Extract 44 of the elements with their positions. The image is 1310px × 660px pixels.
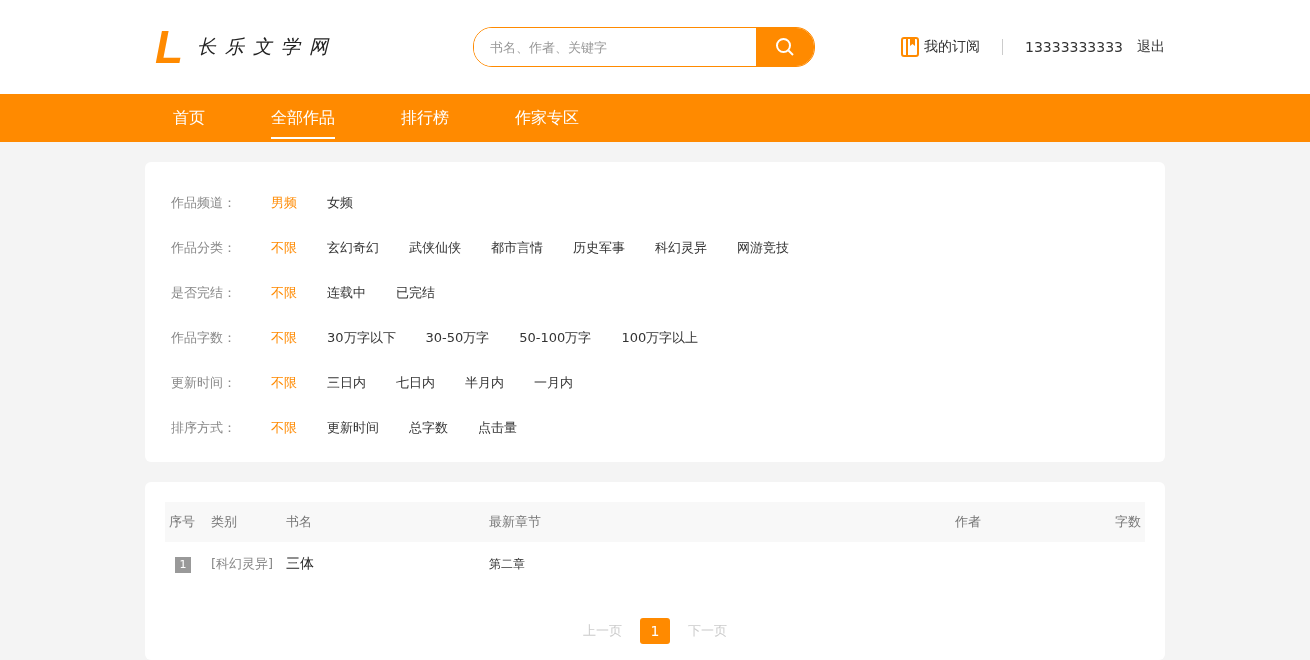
filter-option[interactable]: 女频 <box>327 193 353 212</box>
column-header: 最新章节 <box>489 514 541 529</box>
filter-option[interactable]: 总字数 <box>409 418 448 437</box>
search-icon <box>775 37 795 57</box>
filter-option[interactable]: 都市言情 <box>491 238 543 257</box>
filter-option[interactable]: 半月内 <box>465 373 504 392</box>
column-header: 书名 <box>286 514 312 529</box>
filter-option[interactable]: 100万字以上 <box>621 328 699 347</box>
logout-link[interactable]: 退出 <box>1137 38 1165 56</box>
filter-label: 作品频道： <box>171 193 237 212</box>
search-button[interactable] <box>756 28 814 66</box>
filter-option[interactable]: 七日内 <box>396 373 435 392</box>
filter-option[interactable]: 历史军事 <box>573 238 625 257</box>
filter-label: 作品分类： <box>171 238 237 257</box>
filter-option[interactable]: 连载中 <box>327 283 366 302</box>
filter-option[interactable]: 已完结 <box>396 283 435 302</box>
filter-option[interactable]: 一月内 <box>534 373 573 392</box>
filter-option[interactable]: 武侠仙侠 <box>409 238 461 257</box>
book-title-link[interactable]: 三体 <box>286 555 314 571</box>
chapter-link[interactable]: 第二章 <box>489 556 525 571</box>
column-header: 字数 <box>1115 514 1141 529</box>
book-icon <box>901 37 919 57</box>
filter-option[interactable]: 点击量 <box>478 418 517 437</box>
category-cell: [科幻灵异] <box>211 556 274 571</box>
filter-label: 是否完结： <box>171 283 237 302</box>
site-name: 长乐文学网 <box>197 34 338 59</box>
column-header: 类别 <box>211 514 237 529</box>
search-field[interactable]: 书名、作者、关键字 <box>473 27 815 67</box>
filter-label: 作品字数： <box>171 328 237 347</box>
filter-option[interactable]: 30万字以下 <box>327 328 396 347</box>
filter-option[interactable]: 三日内 <box>327 373 366 392</box>
filter-option[interactable]: 玄幻奇幻 <box>327 238 379 257</box>
filter-label: 排序方式： <box>171 418 237 437</box>
column-header: 序号 <box>169 514 195 529</box>
filter-label: 更新时间： <box>171 373 237 392</box>
filter-option[interactable]: 网游竞技 <box>737 238 789 257</box>
filter-option[interactable]: 科幻灵异 <box>655 238 707 257</box>
filter-option[interactable]: 50-100万字 <box>519 328 592 347</box>
filter-option[interactable]: 30-50万字 <box>425 328 490 347</box>
rank-number: 1 <box>175 556 191 573</box>
column-header: 作者 <box>955 514 981 529</box>
subscription-link[interactable]: 我的订阅 <box>901 37 980 57</box>
filter-option[interactable]: 更新时间 <box>327 418 379 437</box>
user-phone[interactable]: 13333333333 <box>1025 39 1123 55</box>
